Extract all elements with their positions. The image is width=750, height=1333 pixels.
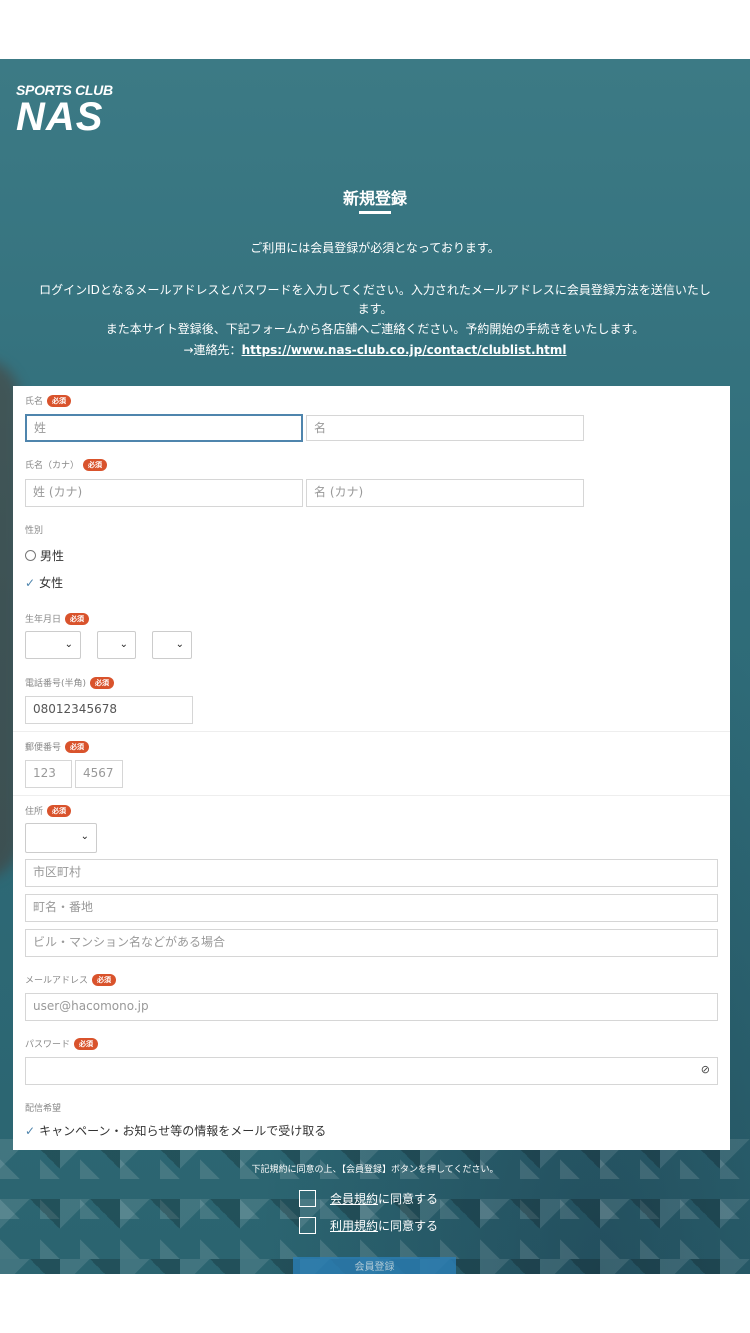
newsletter-option-label: キャンペーン・お知らせ等の情報をメールで受け取る: [39, 1124, 327, 1138]
name-label: 氏名 必須: [25, 394, 72, 407]
usage-agreement-label: 利用規約に同意する: [330, 1217, 438, 1234]
intro-line-4: また本サイト登録後、下記フォームから各店舗へご連絡ください。予約開始の手続きをい…: [105, 322, 645, 336]
building-input[interactable]: ビル・マンション名などがある場合: [25, 929, 718, 957]
postal-code-part1-input[interactable]: 123: [25, 760, 72, 788]
chevron-down-icon: ⌄: [64, 639, 73, 650]
gender-label: 性別: [25, 523, 43, 536]
checkbox-icon[interactable]: [299, 1190, 316, 1207]
intro-line-2: ログインIDとなるメールアドレスとパスワードを入力してください。入力されたメール…: [39, 283, 711, 297]
radio-circle-icon: [25, 550, 36, 561]
register-submit-button[interactable]: 会員登録: [293, 1257, 456, 1274]
address-label-text: 住所: [25, 807, 44, 817]
street-input[interactable]: 町名・番地: [25, 894, 718, 922]
intro-contact: →連絡先：https://www.nas-club.co.jp/contact/…: [0, 341, 750, 360]
required-badge: 必須: [65, 612, 90, 625]
postal-label: 郵便番号 必須: [25, 740, 90, 753]
password-label-text: パスワード: [25, 1040, 71, 1050]
section-divider: [13, 731, 730, 732]
title-underline: [359, 211, 391, 214]
required-badge: 必須: [47, 804, 72, 817]
section-divider: [13, 795, 730, 796]
registration-form: 氏名 必須 姓 名 氏名（カナ） 必須 姓 (カナ) 名 (カナ) 性別 男性 …: [13, 386, 730, 1150]
gender-option-male-label: 男性: [40, 549, 65, 563]
birth-day-select[interactable]: ⌄: [152, 631, 192, 659]
newsletter-label-text: 配信希望: [25, 1104, 62, 1114]
gender-option-male[interactable]: 男性: [25, 547, 64, 564]
email-label-text: メールアドレス: [25, 976, 89, 986]
kana-label-text: 氏名（カナ）: [25, 461, 80, 471]
birthdate-label-text: 生年月日: [25, 615, 62, 625]
newsletter-label: 配信希望: [25, 1101, 61, 1114]
usage-terms-link[interactable]: 利用規約: [330, 1219, 378, 1233]
gender-option-female[interactable]: ✓ 女性: [25, 574, 63, 591]
terms-agreement-checkbox[interactable]: 会員規約に同意する: [299, 1190, 438, 1207]
terms-suffix: に同意する: [378, 1192, 439, 1206]
phone-label: 電話番号(半角) 必須: [25, 676, 115, 689]
logo-big-text: NAS: [16, 95, 104, 139]
name-label-text: 氏名: [25, 397, 44, 407]
checkbox-icon[interactable]: [299, 1217, 316, 1234]
intro-line-1: ご利用には会員登録が必須となっております。: [250, 241, 500, 255]
birth-year-select[interactable]: ⌄: [25, 631, 81, 659]
email-label: メールアドレス 必須: [25, 973, 117, 986]
required-badge: 必須: [74, 1037, 99, 1050]
usage-suffix: に同意する: [378, 1219, 439, 1233]
address-label: 住所 必須: [25, 804, 72, 817]
checkmark-icon: ✓: [25, 1123, 36, 1138]
member-terms-link[interactable]: 会員規約: [330, 1192, 378, 1206]
first-name-kana-input[interactable]: 名 (カナ): [306, 479, 584, 507]
required-badge: 必須: [65, 740, 90, 753]
agreement-note: 下記規約に同意の上、【会員登録】ボタンを押してください。: [251, 1165, 499, 1175]
email-input[interactable]: user@hacomono.jp: [25, 993, 718, 1021]
chevron-down-icon: ⌄: [119, 639, 128, 650]
newsletter-option[interactable]: ✓ キャンペーン・お知らせ等の情報をメールで受け取る: [25, 1122, 326, 1139]
contact-prefix: →連絡先：: [183, 343, 242, 357]
birthdate-label: 生年月日 必須: [25, 612, 90, 625]
phone-label-text: 電話番号(半角): [25, 679, 87, 689]
contact-link[interactable]: https://www.nas-club.co.jp/contact/clubl…: [242, 343, 567, 357]
password-input[interactable]: ⊘: [25, 1057, 718, 1085]
gender-option-female-label: 女性: [39, 576, 64, 590]
page-title: 新規登録: [342, 189, 407, 208]
intro-line-3: ます。: [357, 302, 393, 316]
required-badge: 必須: [90, 676, 115, 689]
first-name-input[interactable]: 名: [306, 415, 584, 441]
phone-input[interactable]: 08012345678: [25, 696, 193, 724]
last-name-input[interactable]: 姓: [25, 414, 303, 442]
chevron-down-icon: ⌄: [80, 831, 89, 842]
prefecture-select[interactable]: ⌄: [25, 823, 97, 853]
usage-agreement-checkbox[interactable]: 利用規約に同意する: [299, 1217, 438, 1234]
required-badge: 必須: [83, 458, 108, 471]
gender-label-text: 性別: [25, 526, 44, 536]
terms-agreement-label: 会員規約に同意する: [330, 1190, 438, 1207]
required-badge: 必須: [47, 394, 72, 407]
kana-label: 氏名（カナ） 必須: [25, 458, 108, 471]
postal-label-text: 郵便番号: [25, 743, 62, 753]
required-badge: 必須: [92, 973, 117, 986]
last-name-kana-input[interactable]: 姓 (カナ): [25, 479, 303, 507]
checkmark-icon: ✓: [25, 575, 36, 590]
postal-code-part2-input[interactable]: 4567: [75, 760, 123, 788]
eye-slash-icon[interactable]: ⊘: [701, 1063, 710, 1077]
password-label: パスワード 必須: [25, 1037, 99, 1050]
city-input[interactable]: 市区町村: [25, 859, 718, 887]
site-logo[interactable]: SPORTS CLUB NAS: [16, 82, 113, 139]
birth-month-select[interactable]: ⌄: [97, 631, 136, 659]
chevron-down-icon: ⌄: [175, 639, 184, 650]
